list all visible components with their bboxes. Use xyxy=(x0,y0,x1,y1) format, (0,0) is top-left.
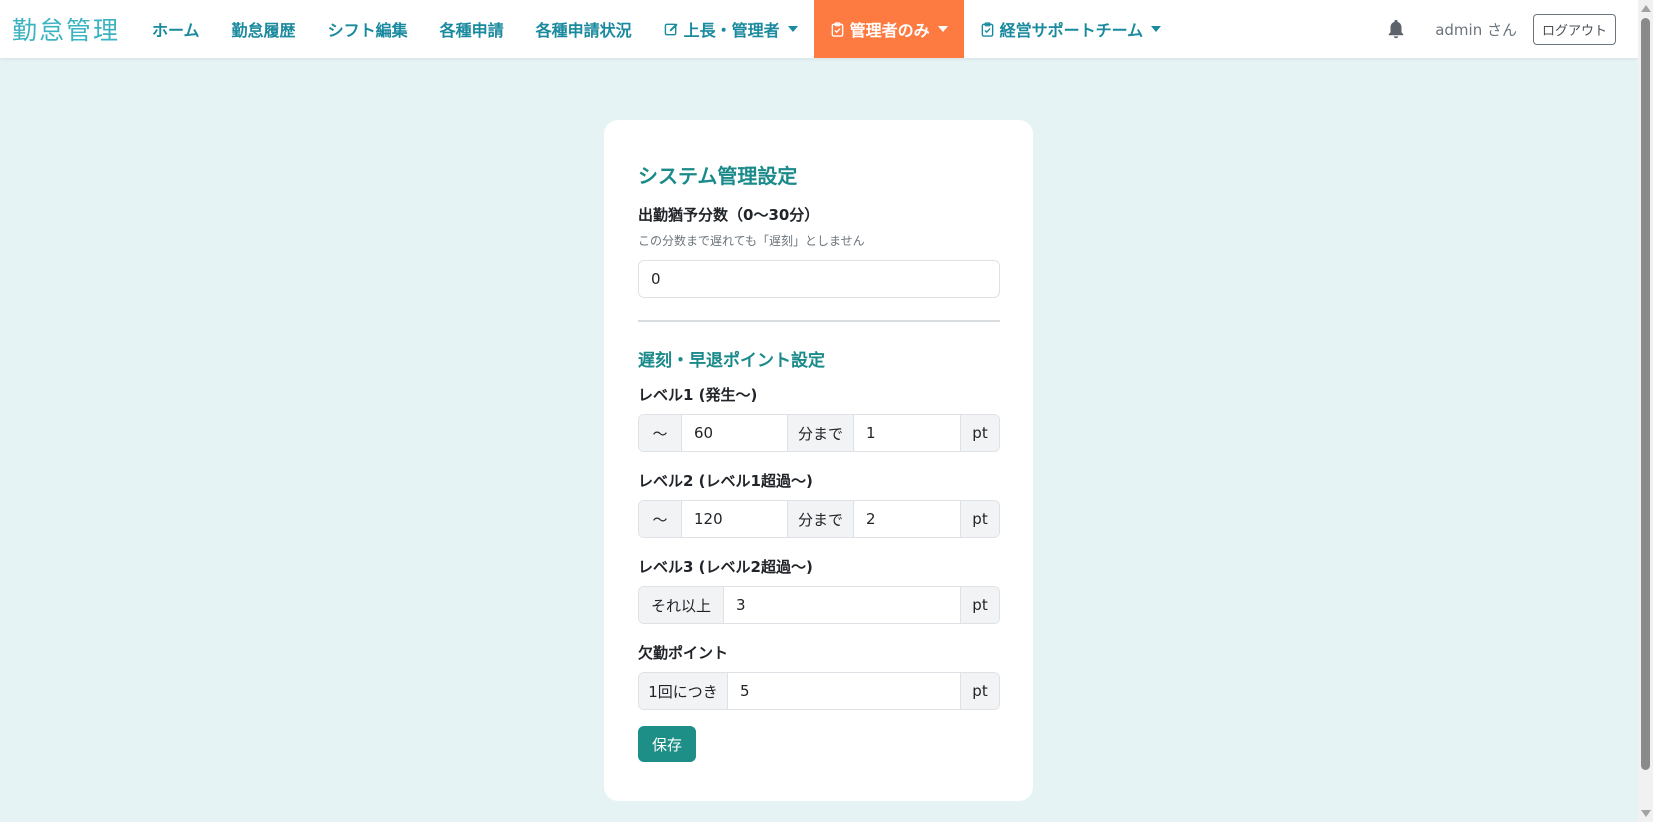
scroll-down-arrow-icon[interactable] xyxy=(1641,810,1651,817)
absence-points-input[interactable] xyxy=(727,673,960,709)
save-button[interactable]: 保存 xyxy=(638,726,697,762)
nav-admin-only-dropdown[interactable]: 管理者のみ xyxy=(813,0,964,58)
grace-minutes-label: 出勤猶予分数（0〜30分） xyxy=(638,206,820,224)
clipboard-check-icon xyxy=(831,21,843,37)
edit-icon xyxy=(664,22,678,35)
nav-request-status[interactable]: 各種申請状況 xyxy=(520,0,648,58)
level1-prefix: 〜 xyxy=(639,415,681,451)
nav-admin-only-label: 管理者のみ xyxy=(849,21,930,40)
scroll-thumb[interactable] xyxy=(1641,18,1650,770)
brand-logo[interactable]: 勤怠管理 xyxy=(12,11,120,47)
nav-home[interactable]: ホーム xyxy=(136,0,216,58)
nav-requests[interactable]: 各種申請 xyxy=(424,0,520,58)
nav-manager-label: 上長・管理者 xyxy=(683,21,780,40)
level3-input-group: それ以上 pt xyxy=(638,586,1000,624)
nav-right-group: admin さん ログアウト xyxy=(1385,0,1616,58)
bell-icon[interactable] xyxy=(1385,18,1407,40)
level1-minutes-input[interactable] xyxy=(681,415,787,451)
chevron-down-icon xyxy=(787,26,798,32)
level1-input-group: 〜 分まで pt xyxy=(638,414,1000,452)
level3-points-input[interactable] xyxy=(723,587,960,623)
absence-unit: pt xyxy=(960,673,999,709)
nav-shift-edit[interactable]: シフト編集 xyxy=(312,0,424,58)
level3-label: レベル3 (レベル2超過〜) xyxy=(638,558,813,576)
level1-unit: pt xyxy=(960,415,999,451)
page-title: システム管理設定 xyxy=(638,164,798,188)
level2-minutes-input[interactable] xyxy=(681,501,787,537)
chevron-down-icon xyxy=(1151,26,1162,32)
nav-support-team-dropdown[interactable]: 経営サポートチーム xyxy=(964,0,1178,58)
main-nav: ホーム 勤怠履歴 シフト編集 各種申請 各種申請状況 上長・管理者 管理者のみ xyxy=(136,0,1177,58)
nav-manager-dropdown[interactable]: 上長・管理者 xyxy=(648,0,814,58)
level2-input-group: 〜 分まで pt xyxy=(638,500,1000,538)
level2-points-input[interactable] xyxy=(853,501,960,537)
absence-input-group: 1回につき pt xyxy=(638,672,1000,710)
nav-home-label: ホーム xyxy=(152,21,200,40)
level3-unit: pt xyxy=(960,587,999,623)
nav-attendance-history-label: 勤怠履歴 xyxy=(231,21,296,40)
nav-shift-edit-label: シフト編集 xyxy=(327,21,408,40)
settings-card: システム管理設定 出勤猶予分数（0〜30分） この分数まで遅れても「遅刻」としま… xyxy=(604,120,1033,801)
absence-prefix: 1回につき xyxy=(639,673,727,709)
logout-button[interactable]: ログアウト xyxy=(1532,13,1616,45)
grace-minutes-help: この分数まで遅れても「遅刻」としません xyxy=(638,234,865,248)
nav-request-status-label: 各種申請状況 xyxy=(535,21,632,40)
scroll-up-arrow-icon[interactable] xyxy=(1641,5,1651,12)
level2-prefix: 〜 xyxy=(639,501,681,537)
nav-support-team-label: 経営サポートチーム xyxy=(999,21,1144,40)
level2-unit: pt xyxy=(960,501,999,537)
level2-mid-text: 分まで xyxy=(787,501,853,537)
user-name: admin さん xyxy=(1435,20,1517,39)
vertical-scrollbar[interactable] xyxy=(1638,0,1653,822)
level1-points-input[interactable] xyxy=(853,415,960,451)
grace-minutes-input[interactable] xyxy=(638,260,1000,298)
top-navbar: 勤怠管理 ホーム 勤怠履歴 シフト編集 各種申請 各種申請状況 上長・管理者 管… xyxy=(0,0,1638,58)
nav-requests-label: 各種申請 xyxy=(439,21,504,40)
points-section-title: 遅刻・早退ポイント設定 xyxy=(638,351,825,371)
nav-attendance-history[interactable]: 勤怠履歴 xyxy=(216,0,312,58)
clipboard-check-icon xyxy=(981,21,993,37)
level1-label: レベル1 (発生〜) xyxy=(638,386,758,404)
absence-label: 欠勤ポイント xyxy=(638,644,729,662)
chevron-down-icon xyxy=(937,26,948,32)
level1-mid-text: 分まで xyxy=(787,415,853,451)
section-divider xyxy=(638,320,1000,322)
level3-prefix: それ以上 xyxy=(639,587,723,623)
level2-label: レベル2 (レベル1超過〜) xyxy=(638,472,813,490)
